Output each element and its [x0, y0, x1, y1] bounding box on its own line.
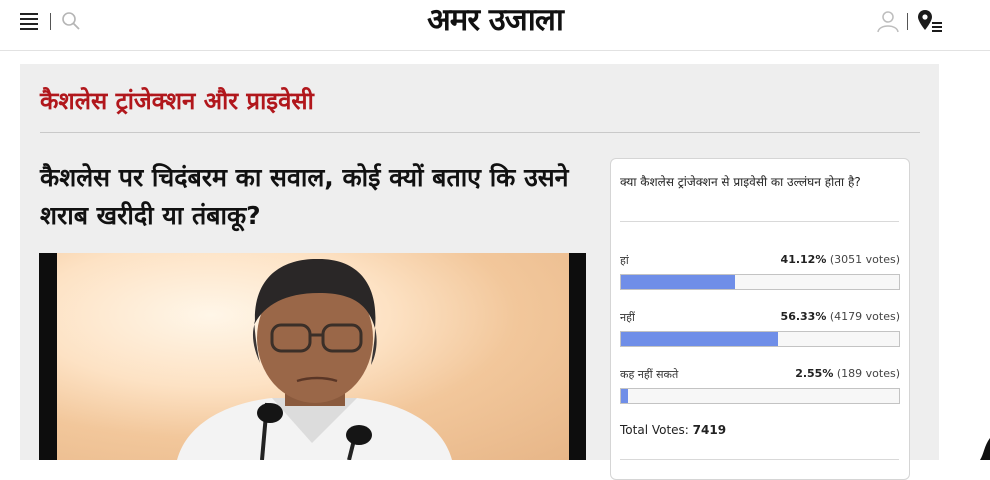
poll-bar-track: [620, 274, 900, 290]
article-headline[interactable]: कैशलेस पर चिदंबरम का सवाल, कोई क्यों बता…: [40, 159, 610, 235]
poll-total-label: Total Votes:: [620, 423, 689, 437]
search-icon[interactable]: [61, 11, 81, 31]
poll-total-value: 7419: [692, 423, 727, 437]
poll-bar-track: [620, 388, 900, 404]
poll-option-stats: 2.55% (189 votes): [795, 367, 900, 380]
header-divider: [50, 13, 51, 30]
poll-option-votes: (3051 votes): [829, 253, 900, 266]
poll-divider: [620, 221, 899, 222]
poll-option-label[interactable]: नहीं: [620, 310, 635, 325]
poll-bar-fill: [621, 275, 736, 289]
poll-option-stats: 56.33% (4179 votes): [781, 310, 900, 323]
poll-option-votes: (4179 votes): [829, 310, 900, 323]
poll-option-stats: 41.12% (3051 votes): [781, 253, 900, 266]
menu-icon[interactable]: [20, 13, 38, 30]
poll-option-label[interactable]: कह नहीं सकते: [620, 367, 678, 382]
scroll-indicator: [978, 438, 990, 460]
section-title[interactable]: कैशलेस ट्रांजेक्शन और प्राइवेसी: [40, 84, 314, 117]
top-bar: अमर उजाला: [0, 0, 990, 51]
poll-option-percent: 56.33%: [780, 310, 827, 323]
poll-card: क्या कैशलेस ट्रांजेक्शन से प्राइवेसी का …: [610, 158, 910, 480]
poll-option-votes: (189 votes): [836, 367, 900, 380]
poll-option-percent: 2.55%: [795, 367, 834, 380]
poll-bar-track: [620, 331, 900, 347]
poll-bar-fill: [621, 389, 629, 403]
poll-option-label[interactable]: हां: [620, 253, 629, 268]
site-logo[interactable]: अमर उजाला: [360, 0, 630, 40]
main-content: कैशलेस ट्रांजेक्शन और प्राइवेसी कैशलेस प…: [20, 64, 939, 480]
poll-question: क्या कैशलेस ट्रांजेक्शन से प्राइवेसी का …: [620, 175, 861, 189]
poll-bar-fill: [621, 332, 778, 346]
article-photo[interactable]: [39, 253, 586, 460]
poll-option-percent: 41.12%: [780, 253, 827, 266]
article-photo-image: [57, 253, 569, 460]
location-list-icon[interactable]: [917, 9, 943, 35]
header-divider: [907, 13, 908, 30]
poll-total: Total Votes: 7419: [620, 423, 726, 437]
user-icon[interactable]: [876, 9, 900, 33]
section-divider: [40, 132, 920, 133]
